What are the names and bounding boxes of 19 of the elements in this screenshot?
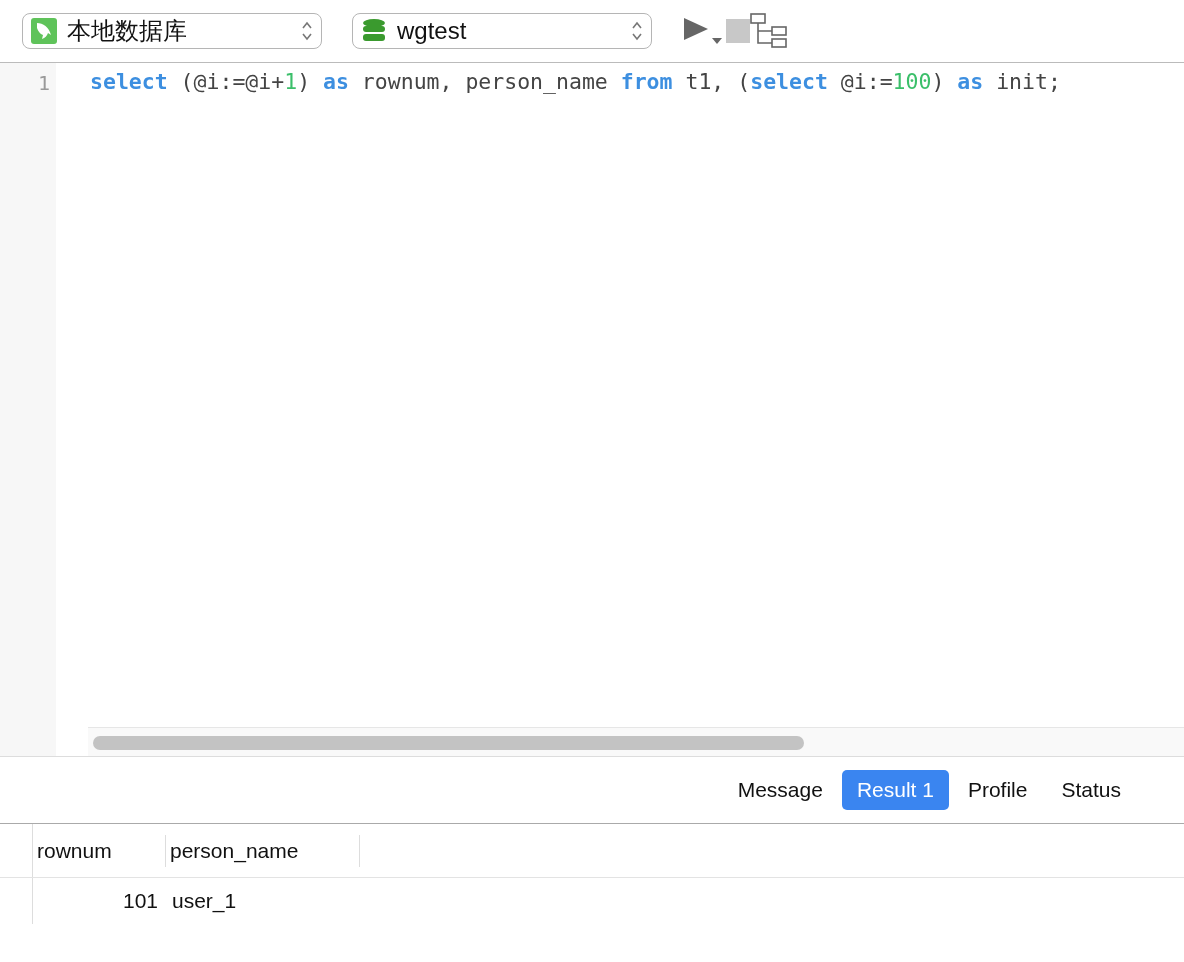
table-cell-text: user_1 <box>171 889 238 913</box>
line-number: 1 <box>36 71 51 95</box>
updown-icon <box>631 20 643 42</box>
database-name: wgtest <box>397 17 468 45</box>
connection-name: 本地数据库 <box>67 16 188 46</box>
database-select[interactable]: wgtest <box>352 13 652 49</box>
explain-icon[interactable] <box>750 13 788 49</box>
result-tab[interactable]: Result 1 <box>841 770 949 810</box>
result-tab[interactable]: Status <box>1046 770 1136 810</box>
connection-select[interactable]: 本地数据库 <box>22 13 322 49</box>
column-header[interactable]: rownum <box>33 834 166 867</box>
code-line: select (@i:=@i+1) as rownum, person_name from t1, (select @i:=100) as init; <box>90 69 1062 94</box>
table-cell-text: 101 <box>121 889 159 913</box>
database-icon <box>361 18 387 44</box>
result-tab[interactable]: Profile <box>952 770 1043 810</box>
updown-icon <box>301 20 313 42</box>
result-tab[interactable]: Message <box>722 770 838 810</box>
column-header[interactable]: person_name <box>166 834 360 867</box>
scrollbar-thumb[interactable] <box>93 736 804 750</box>
